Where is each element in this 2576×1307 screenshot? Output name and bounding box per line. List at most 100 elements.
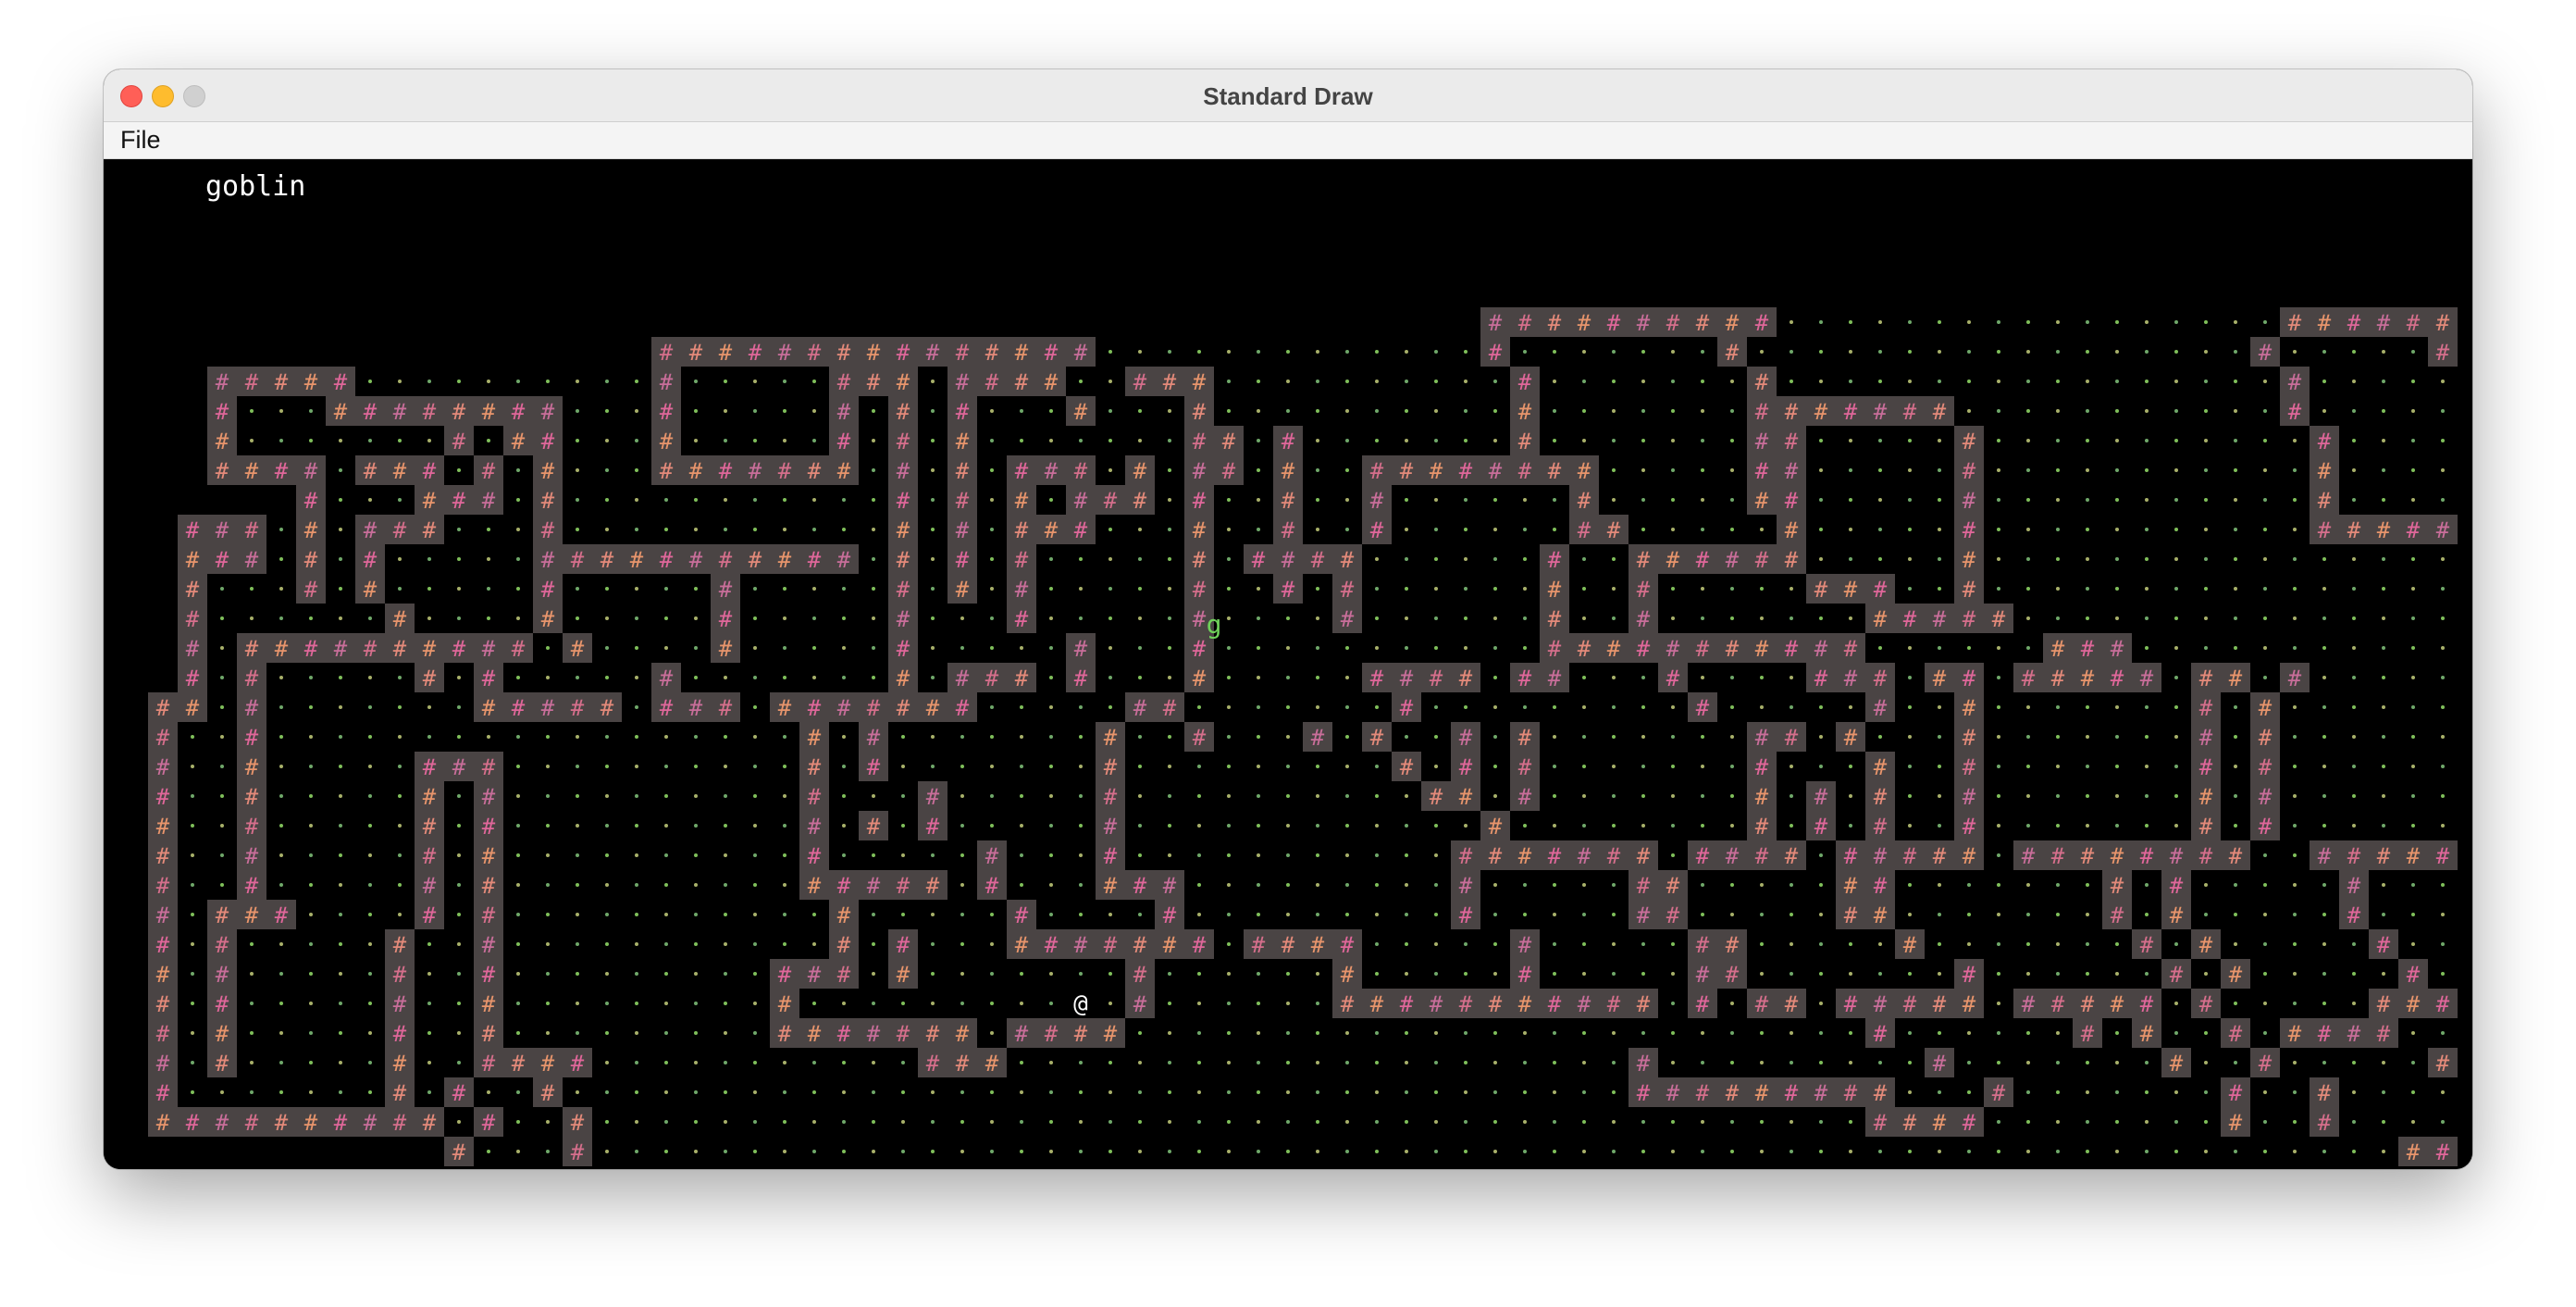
game-canvas[interactable]: goblin # # # # # # # # # # # # # # # # # # # # # # # # # # # # # # # # #… (104, 159, 2472, 1169)
floor-dot (960, 765, 964, 768)
floor-dot (2411, 1031, 2415, 1035)
floor-dot (2026, 1031, 2030, 1035)
floor-dot (1553, 942, 1556, 946)
wall-glyph: # (956, 399, 970, 425)
wall-glyph: # (689, 695, 703, 721)
floor-dot (783, 765, 786, 768)
floor-dot (487, 557, 490, 561)
wall-glyph: # (452, 636, 466, 662)
wall-glyph: # (541, 1051, 555, 1077)
floor-dot (1582, 409, 1586, 413)
floor-dot (1286, 1150, 1290, 1153)
floor-dot (2145, 528, 2149, 531)
wall-glyph: # (482, 962, 496, 988)
wall-glyph: # (1607, 636, 1621, 662)
wall-glyph: # (985, 340, 999, 366)
floor-dot (1790, 794, 1793, 798)
wall-glyph: # (1163, 695, 1177, 721)
wall-glyph: # (2436, 1139, 2450, 1165)
wall-glyph: # (156, 754, 170, 780)
floor-dot (1138, 1061, 1142, 1064)
wall-glyph: # (512, 1051, 526, 1077)
floor-dot (1405, 587, 1408, 591)
floor-dot (1168, 1031, 1171, 1035)
floor-dot (694, 646, 698, 650)
wall-glyph: # (1785, 547, 1799, 573)
floor-dot (1671, 380, 1675, 383)
wall-glyph: # (482, 843, 496, 869)
floor-dot (2411, 765, 2415, 768)
wall-glyph: # (956, 517, 970, 543)
wall-glyph: # (541, 488, 555, 514)
wall-glyph: # (541, 399, 555, 425)
wall-glyph: # (2288, 369, 2302, 395)
floor-dot (1671, 735, 1675, 739)
wall-glyph: # (660, 369, 674, 395)
floor-dot (1257, 616, 1260, 620)
floor-dot (2145, 320, 2149, 324)
floor-dot (1730, 1002, 1734, 1005)
floor-dot (2352, 468, 2356, 472)
wall-glyph: # (1074, 340, 1088, 366)
menu-file[interactable]: File (120, 126, 161, 155)
floor-dot (1286, 616, 1290, 620)
floor-dot (2263, 913, 2267, 916)
floor-dot (1020, 794, 1023, 798)
floor-dot (842, 1090, 846, 1094)
wall-glyph: # (1104, 784, 1118, 810)
floor-dot (2026, 1150, 2030, 1153)
wall-glyph: # (1637, 547, 1651, 573)
floor-dot (753, 942, 757, 946)
wall-glyph: # (1459, 754, 1473, 780)
floor-dot (1168, 1002, 1171, 1005)
floor-dot (931, 942, 935, 946)
floor-dot (2115, 1061, 2119, 1064)
wall-glyph: # (689, 458, 703, 484)
wall-glyph: # (1518, 932, 1532, 958)
floor-dot (1286, 676, 1290, 679)
floor-dot (2026, 587, 2030, 591)
floor-dot (1553, 350, 1556, 354)
wall-glyph: # (2436, 310, 2450, 336)
wall-glyph: # (2140, 1021, 2154, 1047)
floor-dot (783, 498, 786, 502)
wall-glyph: # (808, 547, 822, 573)
floor-dot (872, 528, 875, 531)
floor-dot (1138, 557, 1142, 561)
wall-glyph: # (1400, 458, 1414, 484)
wall-glyph: # (541, 458, 555, 484)
floor-dot (1375, 350, 1379, 354)
floor-dot (457, 616, 461, 620)
floor-dot (1582, 972, 1586, 976)
wall-glyph: # (1400, 666, 1414, 691)
wall-glyph: # (926, 873, 940, 899)
floor-dot (516, 735, 520, 739)
floor-dot (664, 824, 668, 828)
floor-dot (1257, 794, 1260, 798)
floor-dot (1612, 972, 1616, 976)
floor-dot (605, 587, 609, 591)
title-bar[interactable]: Standard Draw (104, 69, 2472, 122)
wall-glyph: # (1963, 843, 1976, 869)
floor-dot (2293, 765, 2297, 768)
wall-glyph: # (482, 873, 496, 899)
wall-glyph: # (186, 695, 200, 721)
floor-dot (1316, 765, 1319, 768)
floor-dot (2056, 883, 2060, 887)
floor-dot (1345, 794, 1349, 798)
player-avatar: @ (1073, 990, 1088, 1018)
floor-dot (872, 676, 875, 679)
floor-dot (1227, 1120, 1231, 1124)
floor-dot (309, 1061, 313, 1064)
floor-dot (1197, 1061, 1201, 1064)
floor-dot (2204, 1090, 2208, 1094)
floor-dot (2204, 320, 2208, 324)
wall-glyph: # (1963, 458, 1976, 484)
floor-dot (872, 1061, 875, 1064)
wall-glyph: # (1903, 606, 1917, 632)
floor-dot (1849, 468, 1852, 472)
floor-dot (516, 1120, 520, 1124)
floor-dot (1790, 913, 1793, 916)
wall-glyph: # (1548, 636, 1562, 662)
floor-dot (339, 616, 342, 620)
